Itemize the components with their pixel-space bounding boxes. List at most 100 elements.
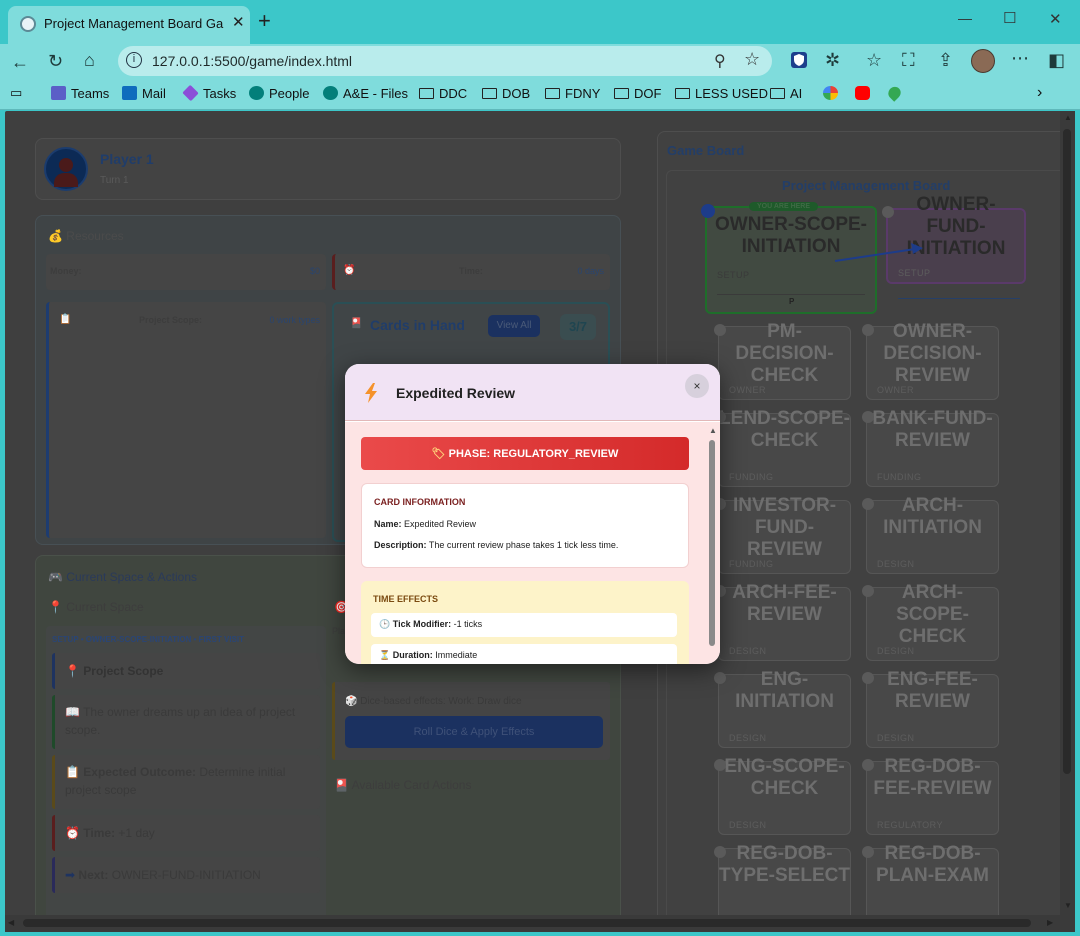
board-space-phase: OWNER: [729, 385, 766, 395]
chevron-right-icon[interactable]: ›: [1037, 84, 1042, 102]
bookmark-youtube[interactable]: [855, 86, 875, 101]
bookmark-dob[interactable]: DOB: [482, 86, 530, 101]
board-space-phase: DESIGN: [877, 646, 915, 656]
board-space[interactable]: OWNER-​DECISION-​REVIEW OWNER: [866, 321, 999, 400]
board-space-phase: DESIGN: [729, 646, 767, 656]
space-item-time: ⏰ Time: +1 day: [52, 815, 320, 851]
page-vertical-scrollbar[interactable]: ▲ ▼: [1060, 111, 1075, 915]
more-menu-icon[interactable]: ⋯: [1011, 48, 1029, 68]
player-token: P: [789, 297, 795, 306]
board-space[interactable]: REG-​DOB-​PLAN-​EXAM: [866, 843, 999, 922]
favorites-icon[interactable]: ☆: [866, 50, 882, 70]
bookmark-ai[interactable]: AI: [770, 86, 802, 101]
board-space[interactable]: INVESTOR-​FUND-​REVIEW FUNDING: [718, 495, 851, 574]
sharepoint-icon: [249, 86, 264, 100]
sidebar-toggle-icon[interactable]: ◧: [1048, 50, 1065, 70]
board-space-name: REG-​DOB-​TYPE-​SELECT: [719, 843, 850, 886]
bookmark-maps[interactable]: [885, 84, 907, 102]
modal-scroll-thumb[interactable]: [709, 440, 715, 646]
new-tab-icon[interactable]: +: [258, 10, 271, 32]
board-space[interactable]: ENG-​FEE-​REVIEW DESIGN: [866, 669, 999, 748]
avatar[interactable]: [971, 49, 995, 73]
view-all-button[interactable]: View All: [488, 315, 540, 337]
bookmark-less-used[interactable]: LESS USED: [675, 86, 768, 101]
board-space-name: REG-​DOB-​PLAN-​EXAM: [876, 843, 989, 886]
board-space[interactable]: ARCH-​SCOPE-​CHECK DESIGN: [866, 582, 999, 661]
page-horizontal-scrollbar[interactable]: ◀ ▶: [5, 915, 1075, 932]
space-connector-dot: [862, 846, 874, 858]
board-space[interactable]: PM-​DECISION-​CHECK OWNER: [718, 321, 851, 400]
bookmark-dof[interactable]: DOF: [614, 86, 661, 101]
space-connector-dot: [862, 411, 874, 423]
gamepad-icon: 🎮: [48, 570, 63, 584]
home-icon[interactable]: ⌂: [84, 50, 95, 70]
folder-icon: [482, 88, 497, 99]
player-card: Player 1 Turn 1: [35, 138, 621, 200]
page-scroll-thumb[interactable]: [1063, 129, 1071, 774]
screenshot-icon[interactable]: ⛶: [902, 50, 915, 70]
time-effects-heading: TIME EFFECTS: [373, 594, 438, 604]
site-info-icon[interactable]: i: [126, 52, 142, 68]
back-icon[interactable]: ←: [11, 52, 29, 72]
board-space-phase: DESIGN: [877, 559, 915, 569]
board-space[interactable]: ENG-​SCOPE-​CHECK DESIGN: [718, 756, 851, 835]
scroll-right-icon[interactable]: ▶: [1047, 918, 1053, 927]
roll-dice-button[interactable]: Roll Dice & Apply Effects: [345, 716, 603, 748]
maximize-icon[interactable]: ☐: [1003, 9, 1016, 27]
money-resource: Money: $0: [46, 254, 326, 290]
collections-icon[interactable]: ▭: [10, 85, 22, 101]
board-space[interactable]: REG-​DOB-​TYPE-​SELECT: [718, 843, 851, 922]
space-details: SETUP • OWNER-SCOPE-INITIATION • FIRST V…: [46, 626, 326, 932]
bookmark-fdny[interactable]: FDNY: [545, 86, 600, 101]
reload-icon[interactable]: ↻: [48, 51, 63, 71]
modal-scrollbar[interactable]: ▲: [707, 426, 717, 658]
board-space-name: LEND-​SCOPE-​CHECK: [719, 408, 850, 451]
modal-close-button[interactable]: ×: [685, 374, 709, 398]
board-space-name: ENG-​FEE-​REVIEW: [887, 669, 978, 712]
board-space[interactable]: ARCH-​FEE-​REVIEW DESIGN: [718, 582, 851, 661]
board-space[interactable]: LEND-​SCOPE-​CHECK FUNDING: [718, 408, 851, 487]
board-space-phase: FUNDING: [729, 559, 774, 569]
bookmark-photos[interactable]: [823, 86, 843, 101]
address-bar[interactable]: i 127.0.0.1:5500/game/index.html ⚲ ☆: [118, 46, 772, 76]
clock-icon: ⏰: [343, 265, 356, 276]
tab-close-icon[interactable]: ✕: [232, 13, 245, 31]
scroll-down-icon[interactable]: ▼: [1064, 901, 1072, 910]
current-space-title: 📍 Current Space: [48, 600, 144, 614]
bookmark-teams[interactable]: Teams: [51, 86, 109, 101]
maps-icon: [885, 84, 904, 102]
board-space-phase: DESIGN: [729, 733, 767, 743]
board-space[interactable]: BANK-​FUND-​REVIEW FUNDING: [866, 408, 999, 487]
page-hscroll-thumb[interactable]: [23, 919, 1031, 927]
browser-tab[interactable]: Project Management Board Game ✕: [8, 6, 250, 44]
card-name-row: Name: Expedited Review: [374, 519, 477, 529]
space-breadcrumb: SETUP • OWNER-SCOPE-INITIATION • FIRST V…: [52, 635, 244, 644]
board-space[interactable]: REG-​DOB-​FEE-​REVIEW REGULATORY: [866, 756, 999, 835]
scroll-left-icon[interactable]: ◀: [8, 918, 14, 927]
bookmark-ae-files[interactable]: A&E - Files: [323, 86, 408, 101]
board-underline: [898, 298, 1020, 299]
space-connector-dot: [862, 498, 874, 510]
scroll-up-icon[interactable]: ▲: [1064, 113, 1072, 122]
scroll-up-icon[interactable]: ▲: [709, 426, 717, 435]
pin-icon: 📍: [48, 600, 63, 614]
shield-extension-icon[interactable]: [790, 51, 808, 73]
bookmark-ddc[interactable]: DDC: [419, 86, 467, 101]
bookmark-tasks[interactable]: Tasks: [182, 84, 236, 102]
share-icon[interactable]: ⇪: [938, 50, 953, 70]
bookmark-mail[interactable]: Mail: [122, 86, 166, 101]
board-space[interactable]: ARCH-​INITIATION DESIGN: [866, 495, 999, 574]
extensions-icon[interactable]: ✲: [825, 50, 840, 70]
bookmark-star-icon[interactable]: ☆: [744, 49, 760, 70]
zoom-icon[interactable]: ⚲: [714, 51, 726, 71]
minimize-icon[interactable]: —: [958, 10, 972, 26]
sharepoint-icon: [323, 86, 338, 100]
lightning-icon: [364, 383, 378, 406]
window-close-icon[interactable]: ✕: [1049, 10, 1062, 28]
space-divider: [717, 294, 865, 295]
board-space[interactable]: ENG-​INITIATION DESIGN: [718, 669, 851, 748]
cards-icon: 🎴: [334, 778, 349, 792]
space-connector-dot: [862, 672, 874, 684]
bookmark-people[interactable]: People: [249, 86, 309, 101]
space-connector-dot: [714, 846, 726, 858]
